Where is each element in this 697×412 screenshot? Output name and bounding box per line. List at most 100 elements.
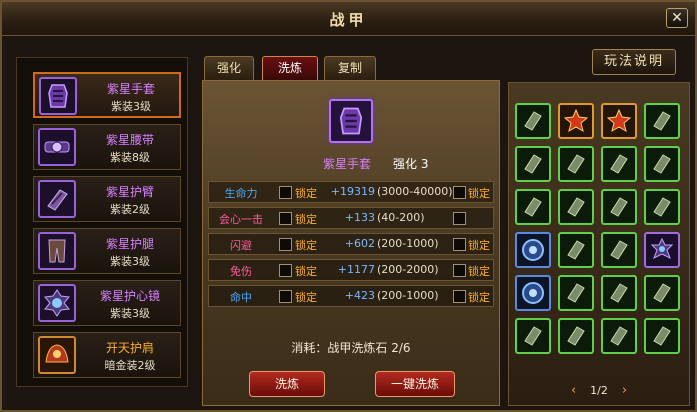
lock-checkbox[interactable] (279, 264, 292, 277)
equipment-grade: 紫装3级 (110, 255, 150, 268)
refine-button[interactable]: 洗炼 (249, 371, 325, 397)
lock-checkbox-right[interactable] (453, 212, 466, 225)
selected-item-glove-icon[interactable] (329, 99, 373, 143)
one-click-refine-button[interactable]: 一键洗炼 (375, 371, 455, 397)
refine-panel: 紫星手套 强化 3 生命力 锁定 +19319 (3000-40000) 锁定 … (202, 80, 500, 406)
gameplay-help-button[interactable]: 玩法说明 (592, 49, 676, 75)
inventory-slot[interactable] (558, 146, 594, 182)
equipment-item-icon (524, 154, 542, 174)
attribute-row: 生命力 锁定 +19319 (3000-40000) 锁定 (208, 181, 494, 203)
window-title: 战甲 (329, 11, 368, 29)
attribute-name: 闪避 (230, 239, 252, 252)
lock-label-right: 锁定 (468, 291, 490, 304)
equipment-item-icon (567, 326, 585, 346)
lock-label: 锁定 (295, 187, 317, 200)
lock-checkbox-right[interactable] (453, 264, 466, 277)
inventory-slot[interactable] (644, 232, 680, 268)
lock-label-right: 锁定 (468, 265, 490, 278)
lock-label: 锁定 (295, 291, 317, 304)
equipment-item-icon (610, 283, 628, 303)
attribute-range: (40-200) (377, 211, 425, 224)
inventory-slot[interactable] (644, 318, 680, 354)
page-indicator: 1/2 (590, 384, 608, 397)
armor-window: 战甲 ✕ 玩法说明 紫星手套 紫装3级 紫星腰带 紫装8级 紫星护臂 紫装2级 (0, 0, 697, 412)
inventory-slot[interactable] (558, 103, 594, 139)
equipment-item-chest-mirror[interactable]: 紫星护心镜 紫装3级 (33, 280, 181, 326)
lock-checkbox-right[interactable] (453, 186, 466, 199)
lock-label: 锁定 (295, 265, 317, 278)
attribute-row: 闪避 锁定 +602 (200-1000) 锁定 (208, 233, 494, 255)
equipment-item-icon (563, 108, 589, 133)
equipment-item-icon (653, 326, 671, 346)
inventory-slot[interactable] (601, 103, 637, 139)
chest-mirror-icon (38, 284, 76, 322)
equipment-item-icon (522, 282, 544, 304)
inventory-slot[interactable] (601, 275, 637, 311)
equipment-name: 紫星腰带 (105, 133, 154, 147)
inventory-slot[interactable] (558, 232, 594, 268)
tab-enhance[interactable]: 强化 (204, 56, 254, 80)
inventory-grid: ‹ 1/2 › (508, 82, 690, 406)
inventory-slot[interactable] (558, 189, 594, 225)
equipment-item-bracer[interactable]: 紫星护臂 紫装2级 (33, 176, 181, 222)
attribute-name: 生命力 (224, 187, 258, 200)
equipment-name: 紫星护腿 (105, 237, 154, 251)
inventory-slot[interactable] (644, 103, 680, 139)
lock-checkbox[interactable] (279, 186, 292, 199)
lock-checkbox[interactable] (279, 212, 292, 225)
equipment-item-icon (653, 111, 671, 131)
belt-icon (38, 128, 76, 166)
equipment-name: 紫星手套 (106, 82, 155, 96)
inventory-slot[interactable] (515, 275, 551, 311)
close-button[interactable]: ✕ (666, 8, 688, 28)
inventory-slot[interactable] (644, 275, 680, 311)
equipment-list: 紫星手套 紫装3级 紫星腰带 紫装8级 紫星护臂 紫装2级 紫星护腿 紫装3级 (16, 57, 188, 387)
lock-label: 锁定 (295, 213, 317, 226)
inventory-slot[interactable] (644, 189, 680, 225)
attribute-range: (200-2000) (377, 263, 439, 276)
equipment-item-icon (524, 111, 542, 131)
next-page-button[interactable]: › (622, 383, 627, 398)
inventory-slot[interactable] (515, 318, 551, 354)
lock-label: 锁定 (295, 239, 317, 252)
tab-refine[interactable]: 洗炼 (262, 56, 318, 80)
inventory-slot[interactable] (601, 232, 637, 268)
lock-checkbox[interactable] (279, 238, 292, 251)
lock-checkbox[interactable] (279, 290, 292, 303)
inventory-slot[interactable] (644, 146, 680, 182)
equipment-grade: 暗金装2级 (104, 359, 156, 372)
leggings-icon (38, 232, 76, 270)
inventory-slot[interactable] (515, 146, 551, 182)
inventory-slot[interactable] (601, 189, 637, 225)
inventory-slot[interactable] (515, 232, 551, 268)
attribute-row: 会心一击 锁定 +133 (40-200) (208, 207, 494, 229)
equipment-name: 紫星护心镜 (99, 289, 160, 303)
inventory-slot[interactable] (558, 275, 594, 311)
attribute-range: (200-1000) (377, 289, 439, 302)
equipment-item-leggings[interactable]: 紫星护腿 紫装3级 (33, 228, 181, 274)
attribute-row: 命中 锁定 +423 (200-1000) 锁定 (208, 285, 494, 307)
inventory-slot[interactable] (515, 103, 551, 139)
equipment-item-shoulder[interactable]: 开天护肩 暗金装2级 (33, 332, 181, 378)
lock-checkbox-right[interactable] (453, 238, 466, 251)
equipment-item-icon (606, 108, 632, 133)
equipment-item-gloves[interactable]: 紫星手套 紫装3级 (33, 72, 181, 118)
inventory-slot[interactable] (601, 146, 637, 182)
lock-label-right: 锁定 (468, 239, 490, 252)
inventory-slot[interactable] (601, 318, 637, 354)
attribute-name: 免伤 (230, 265, 252, 278)
equipment-item-icon (567, 283, 585, 303)
equipment-item-icon (653, 154, 671, 174)
tab-copy[interactable]: 复制 (324, 56, 376, 80)
title-bar: 战甲 ✕ (2, 2, 695, 36)
equipment-item-icon (567, 154, 585, 174)
prev-page-button[interactable]: ‹ (571, 383, 576, 398)
equipment-item-belt[interactable]: 紫星腰带 紫装8级 (33, 124, 181, 170)
equipment-grade: 紫装8级 (110, 151, 150, 164)
inventory-slot[interactable] (515, 189, 551, 225)
inventory-slot[interactable] (558, 318, 594, 354)
lock-label-right: 锁定 (468, 187, 490, 200)
equipment-grade: 紫装2级 (110, 203, 150, 216)
consume-text: 消耗：战甲洗炼石 2/6 (291, 341, 411, 355)
lock-checkbox-right[interactable] (453, 290, 466, 303)
